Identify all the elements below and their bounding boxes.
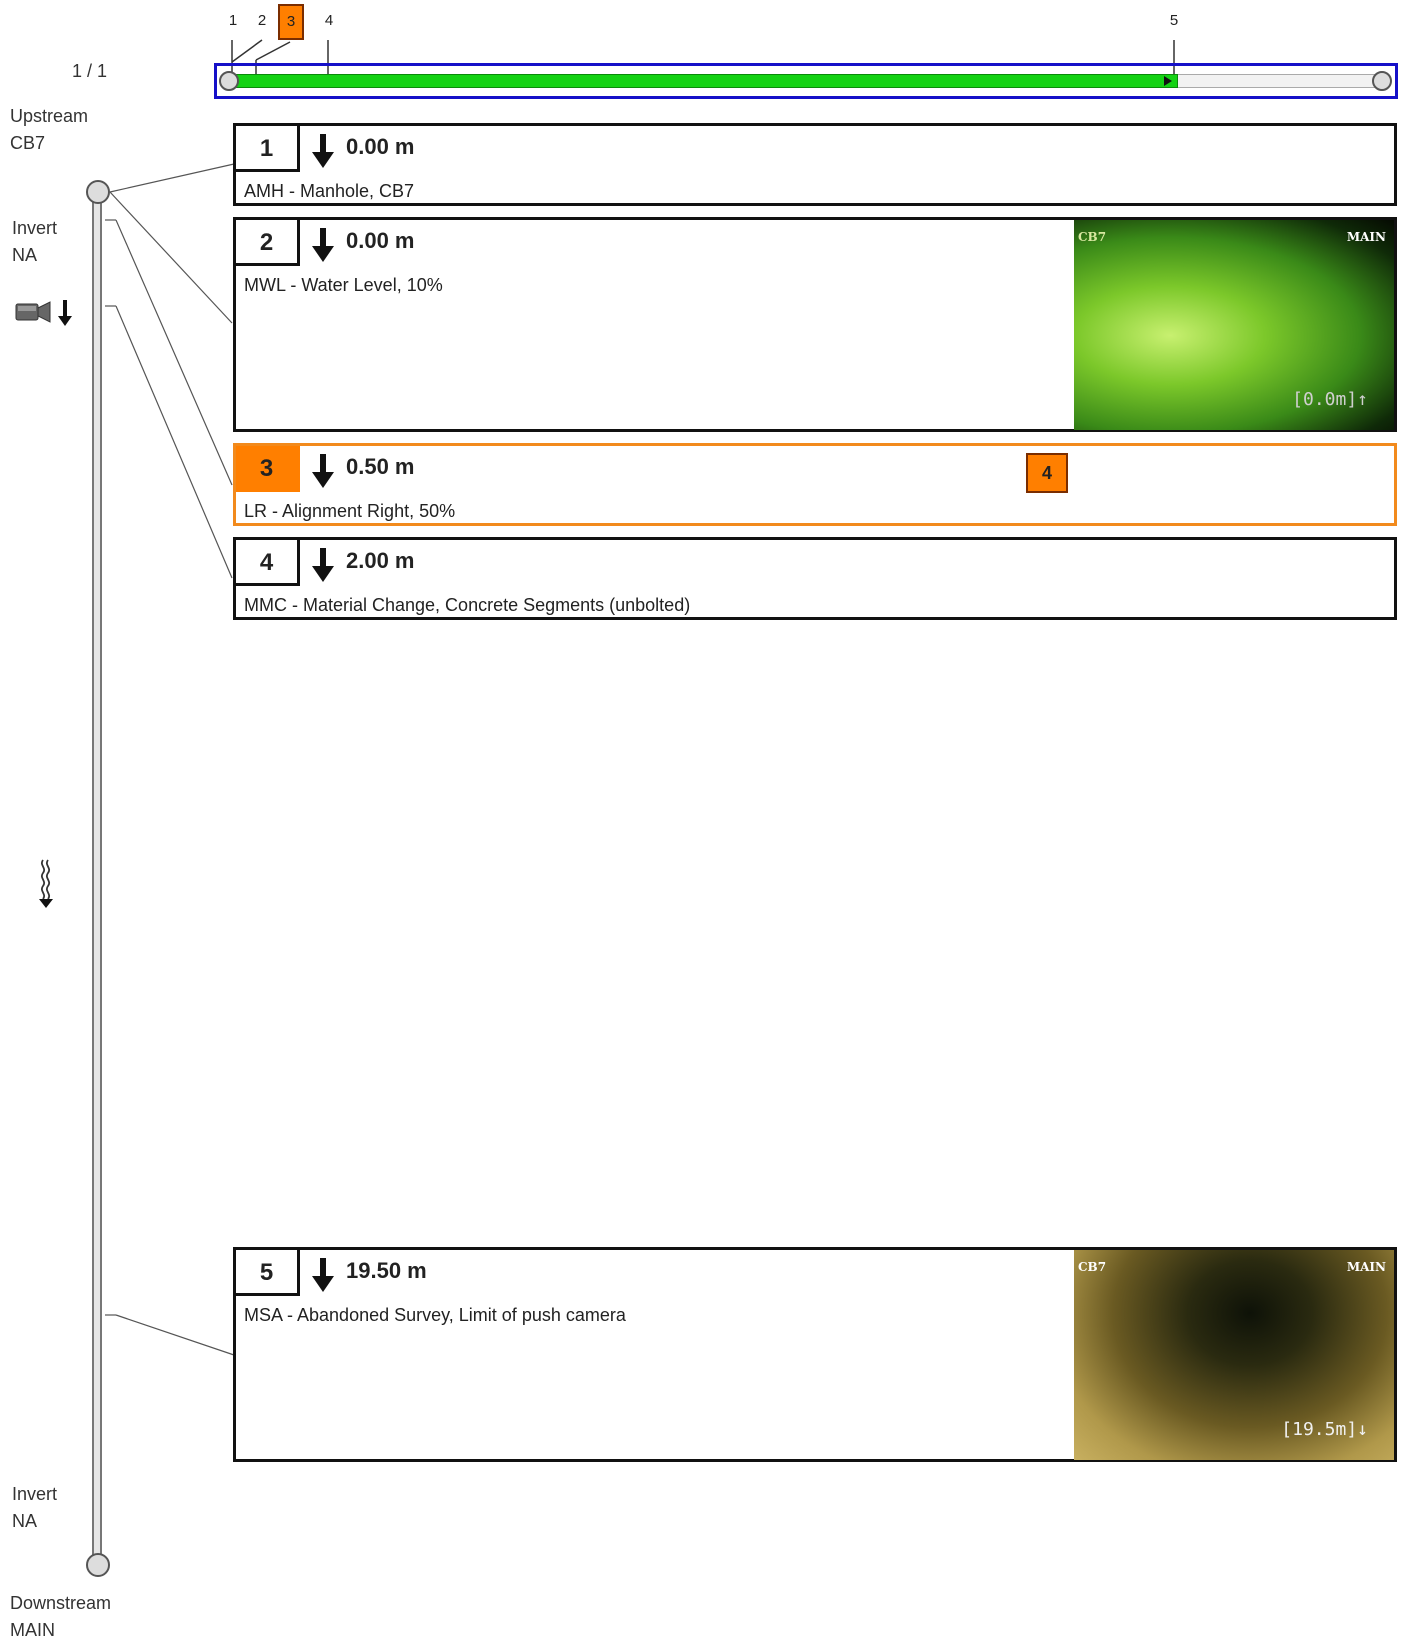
observation-number: 5	[236, 1250, 300, 1296]
observation-description: MWL - Water Level, 10%	[244, 275, 443, 295]
photo-finish-node: MAIN	[1346, 1260, 1386, 1274]
observation-description: MMC - Material Change, Concrete Segments…	[244, 595, 691, 615]
observation-distance: 2.00 m	[346, 548, 415, 573]
photo-finish-node: MAIN	[1346, 230, 1386, 244]
observation-card-5[interactable]: 5 19.50 m MSA - Abandoned Survey, Limit …	[233, 1247, 1397, 1462]
observation-number: 2	[236, 220, 300, 266]
observation-card-2[interactable]: 2 0.00 m MWL - Water Level, 10% CB7 MAIN…	[233, 217, 1397, 432]
observation-description: MSA - Abandoned Survey, Limit of push ca…	[244, 1305, 626, 1325]
observation-card-1[interactable]: 1 0.00 m AMH - Manhole, CB7	[233, 123, 1397, 206]
timeline-tick-2[interactable]: 2	[251, 12, 273, 29]
observation-card-4[interactable]: 4 2.00 m MMC - Material Change, Concrete…	[233, 537, 1397, 620]
observation-photo[interactable]: CB7 MAIN [19.5m]↓	[1074, 1250, 1394, 1460]
timeline-position-marker	[1164, 76, 1172, 86]
arrow-down-icon	[312, 548, 334, 582]
photo-start-node: CB7	[1078, 1260, 1107, 1274]
arrow-down-icon	[312, 134, 334, 168]
observation-photo[interactable]: CB7 MAIN [0.0m]↑	[1074, 220, 1394, 430]
photo-distance-overlay: [19.5m]↓	[1281, 1419, 1368, 1440]
observation-distance: 19.50 m	[346, 1258, 427, 1283]
observation-card-3[interactable]: 3 0.50 m LR - Alignment Right, 50% 4	[233, 443, 1397, 526]
timeline-tick-4[interactable]: 4	[318, 12, 340, 29]
downstream-label: Downstream	[10, 1593, 112, 1613]
observation-distance: 0.00 m	[346, 228, 415, 253]
arrow-down-icon	[312, 1258, 334, 1292]
photo-distance-overlay: [0.0m]↑	[1292, 389, 1368, 410]
observation-description: LR - Alignment Right, 50%	[244, 501, 456, 521]
observation-connectors	[105, 163, 235, 1356]
downstream-node: MAIN	[10, 1620, 55, 1640]
photo-start-node: CB7	[1078, 230, 1107, 244]
observation-badge[interactable]: 4	[1026, 453, 1068, 493]
arrow-down-icon	[312, 454, 334, 488]
observation-distance: 0.50 m	[346, 454, 415, 479]
observation-number: 4	[236, 540, 300, 586]
timeline-end-knob[interactable]	[1372, 71, 1392, 91]
arrow-down-icon	[312, 228, 334, 262]
invert-bottom-value: NA	[12, 1511, 38, 1531]
observation-distance: 0.00 m	[346, 134, 415, 159]
timeline-progress	[228, 74, 1178, 88]
invert-bottom-label: Invert	[12, 1484, 58, 1504]
observation-description: AMH - Manhole, CB7	[244, 181, 415, 201]
timeline-tick-5[interactable]: 5	[1163, 12, 1185, 29]
observation-number: 3	[236, 446, 300, 492]
observation-number: 1	[236, 126, 300, 172]
